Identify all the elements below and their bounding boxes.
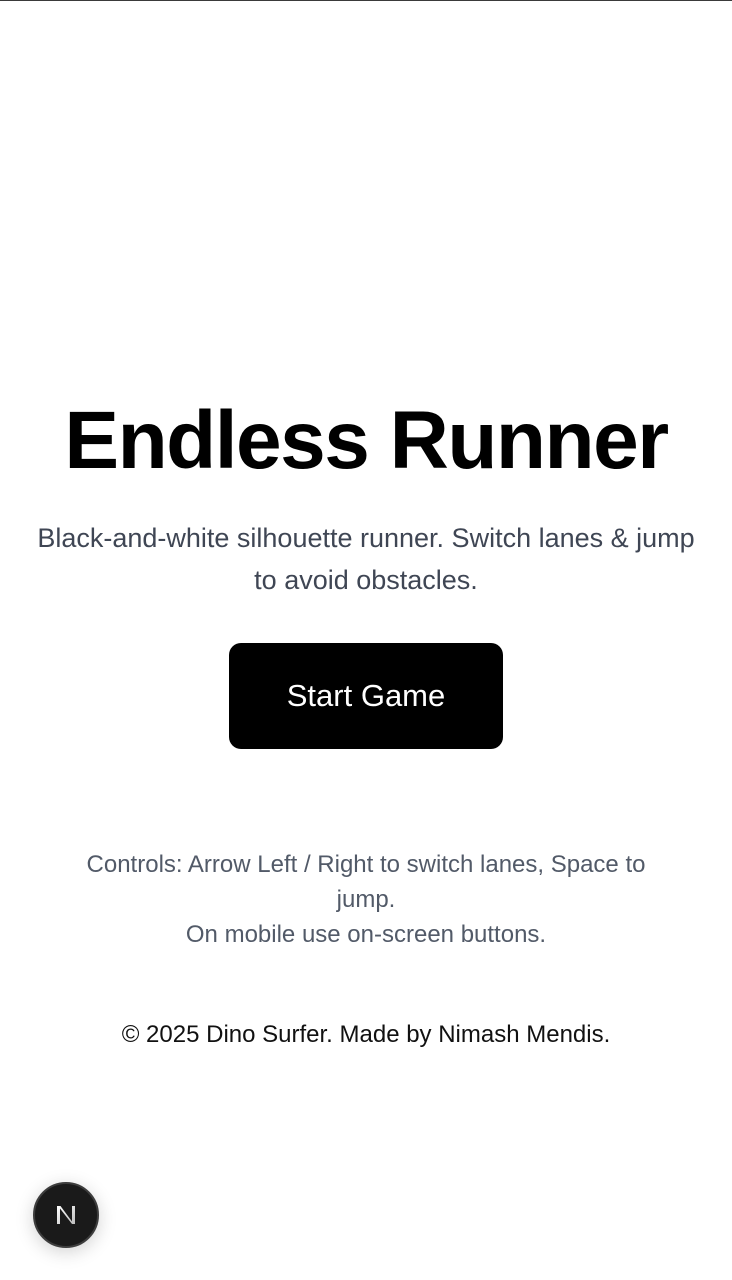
nextjs-dev-badge[interactable] — [33, 1182, 99, 1248]
controls-help: Controls: Arrow Left / Right to switch l… — [0, 847, 732, 952]
nextjs-n-icon — [51, 1200, 81, 1230]
page-subtitle: Black-and-white silhouette runner. Switc… — [37, 523, 695, 595]
controls-mobile-text: On mobile use on-screen buttons. — [185, 921, 547, 948]
copyright-text: © 2025 Dino Surfer. Made by Nimash Mendi… — [121, 1021, 611, 1048]
footer: © 2025 Dino Surfer. Made by Nimash Mendi… — [0, 1015, 732, 1055]
start-game-button[interactable]: Start Game — [229, 643, 503, 749]
page: Endless Runner Black-and-white silhouett… — [0, 0, 732, 1280]
page-title: Endless Runner — [64, 395, 669, 486]
hero-section: Endless Runner Black-and-white silhouett… — [0, 393, 732, 749]
controls-keyboard-text: Controls: Arrow Left / Right to switch l… — [86, 851, 646, 913]
